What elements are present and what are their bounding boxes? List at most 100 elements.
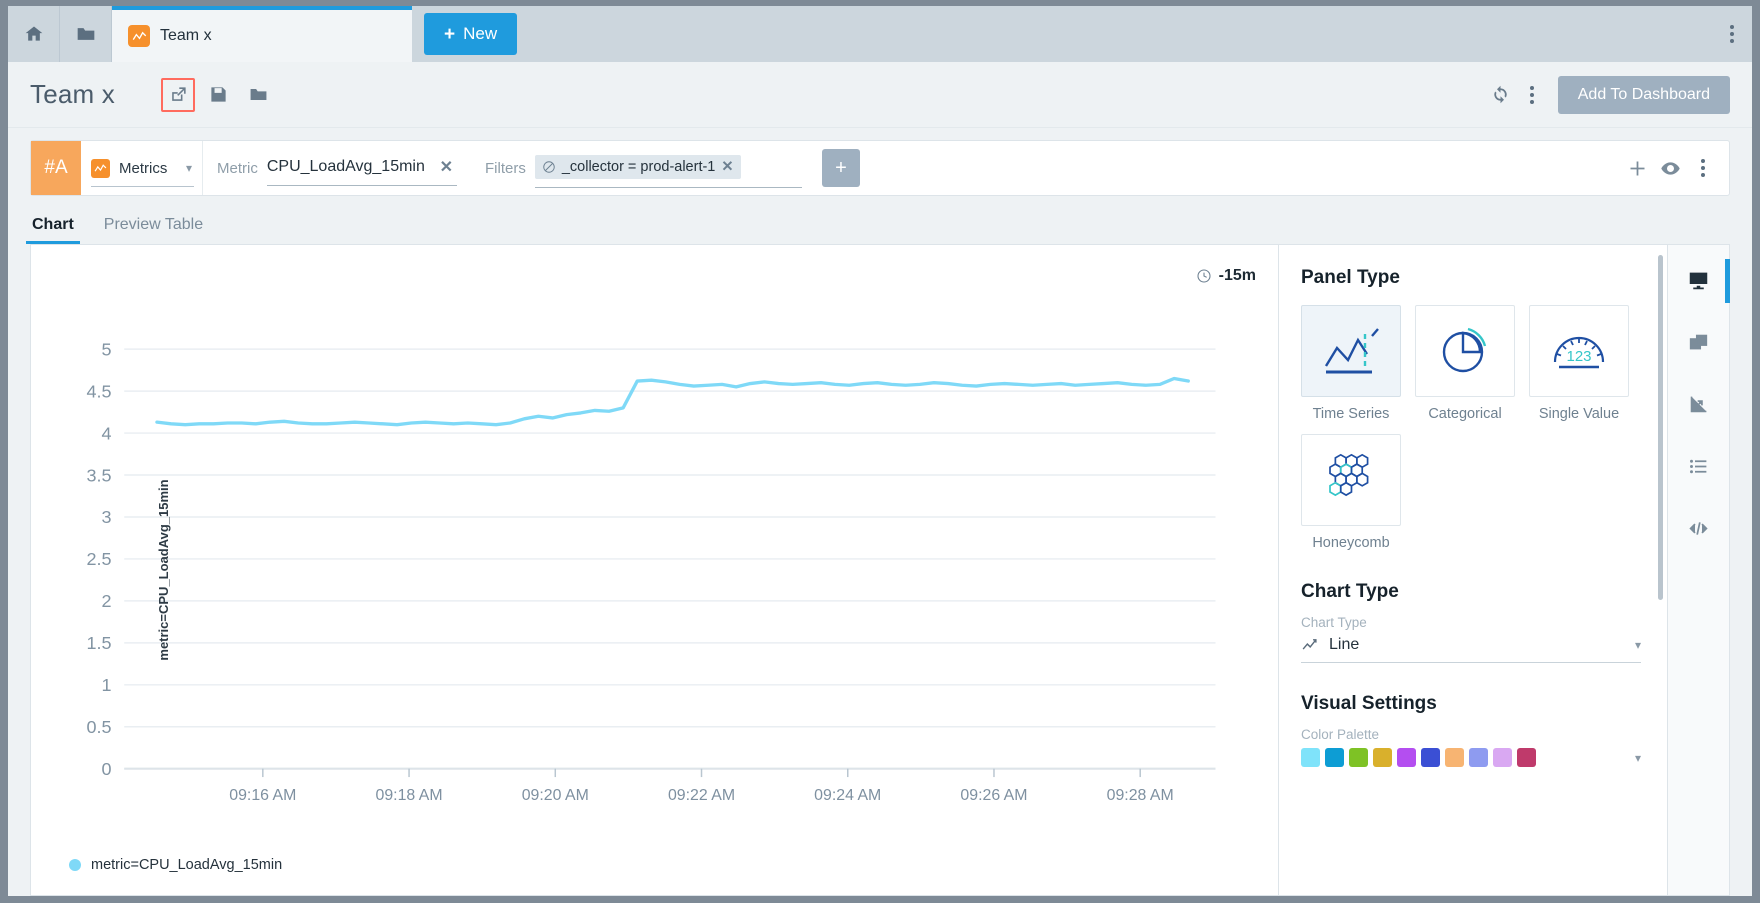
panel-type-label: Categorical — [1428, 406, 1501, 422]
color-swatch-9[interactable] — [1517, 748, 1536, 767]
svg-text:3: 3 — [101, 507, 111, 527]
kebab-menu-icon[interactable] — [1722, 17, 1742, 51]
svg-text:1.5: 1.5 — [86, 633, 111, 653]
color-swatch-0[interactable] — [1301, 748, 1320, 767]
filters-field-label: Filters — [485, 160, 526, 177]
gauge-icon: 123 — [1529, 305, 1629, 397]
tabbar-right-actions — [1722, 6, 1752, 62]
time-range-value: -15m — [1219, 267, 1256, 285]
color-swatch-5[interactable] — [1421, 748, 1440, 767]
filter-chip[interactable]: _collector = prod-alert-1 ✕ — [535, 155, 741, 179]
color-swatch-2[interactable] — [1349, 748, 1368, 767]
filters-input[interactable]: _collector = prod-alert-1 ✕ — [535, 155, 802, 182]
svg-text:09:26 AM: 09:26 AM — [960, 787, 1027, 804]
svg-text:09:24 AM: 09:24 AM — [814, 787, 881, 804]
home-icon[interactable] — [8, 6, 60, 62]
tab-chart[interactable]: Chart — [30, 210, 76, 244]
visual-settings-heading: Visual Settings — [1301, 693, 1641, 715]
tab-preview-table[interactable]: Preview Table — [102, 210, 205, 244]
query-row-actions — [1627, 141, 1729, 195]
remove-filter-button[interactable]: ✕ — [721, 159, 733, 175]
view-tabs: Chart Preview Table — [8, 196, 1752, 244]
data-source-label: Metrics — [119, 160, 167, 177]
panel-type-label: Single Value — [1539, 406, 1619, 422]
new-button-label: New — [463, 24, 497, 44]
new-button-plus: + — [444, 25, 455, 44]
chart-type-select[interactable]: Line ▾ — [1301, 636, 1641, 663]
kebab-menu-icon[interactable] — [1522, 78, 1542, 112]
code-icon[interactable] — [1682, 511, 1716, 545]
axes-icon[interactable] — [1682, 387, 1716, 421]
folder-icon[interactable] — [60, 6, 112, 62]
metric-input[interactable]: CPU_LoadAvg_15min ✕ — [267, 157, 457, 180]
color-swatch-1[interactable] — [1325, 748, 1344, 767]
svg-text:09:28 AM: 09:28 AM — [1107, 787, 1174, 804]
chart-panel: -15m 00.511.522.533.544.5509:16 AM09:18 … — [30, 244, 1278, 896]
query-zone: #A Metrics ▾ Metric CPU_LoadAvg_15min ✕ … — [8, 128, 1752, 196]
clear-metric-button[interactable]: ✕ — [436, 157, 457, 177]
svg-text:1: 1 — [101, 675, 111, 695]
legend-label: metric=CPU_LoadAvg_15min — [91, 857, 282, 873]
y-axis-label: metric=CPU_LoadAvg_15min — [156, 479, 171, 660]
gauge-number: 123 — [1566, 348, 1591, 365]
time-series-icon — [1301, 305, 1401, 397]
filter-chip-label: _collector = prod-alert-1 — [562, 159, 716, 175]
chevron-down-icon: ▾ — [1635, 638, 1641, 652]
filters-field: Filters _collector = prod-alert-1 ✕ — [471, 141, 816, 195]
pie-chart-icon — [1415, 305, 1515, 397]
eye-icon[interactable] — [1660, 158, 1681, 179]
chevron-down-icon: ▾ — [186, 161, 192, 175]
color-swatch-6[interactable] — [1445, 748, 1464, 767]
metric-field-label: Metric — [217, 160, 258, 177]
settings-scrollbar[interactable] — [1658, 255, 1663, 600]
color-palette-select[interactable]: ▾ — [1301, 748, 1641, 767]
panel-type-label: Honeycomb — [1312, 535, 1389, 551]
layers-icon[interactable] — [1682, 325, 1716, 359]
add-to-dashboard-button[interactable]: Add To Dashboard — [1558, 76, 1730, 114]
panel-type-single-value[interactable]: 123 Single Value — [1529, 305, 1629, 422]
app-window: Team x + New Team x Ad — [8, 6, 1752, 896]
svg-text:09:18 AM: 09:18 AM — [375, 787, 442, 804]
plus-icon[interactable] — [1627, 158, 1648, 179]
color-swatch-8[interactable] — [1493, 748, 1512, 767]
chart-type-value: Line — [1329, 636, 1359, 654]
panel-type-label: Time Series — [1313, 406, 1390, 422]
display-icon[interactable] — [1682, 263, 1716, 297]
plot-area: 00.511.522.533.544.5509:16 AM09:18 AM09:… — [31, 301, 1260, 823]
panel-type-categorical[interactable]: Categorical — [1415, 305, 1515, 422]
settings-panel: Panel Type Time Series — [1278, 244, 1668, 896]
header-right-actions: Add To Dashboard — [1484, 76, 1730, 114]
share-icon[interactable] — [161, 78, 195, 112]
line-chart-svg: 00.511.522.533.544.5509:16 AM09:18 AM09:… — [31, 301, 1260, 823]
chevron-down-icon: ▾ — [1635, 751, 1641, 765]
list-icon[interactable] — [1682, 449, 1716, 483]
refresh-icon[interactable] — [1484, 78, 1518, 112]
document-tab-label: Team x — [160, 27, 212, 45]
honeycomb-icon — [1301, 434, 1401, 526]
block-icon — [542, 160, 556, 174]
header-action-icons — [161, 78, 275, 112]
new-button[interactable]: + New — [424, 13, 517, 55]
chart-type-heading: Chart Type — [1301, 581, 1641, 603]
color-swatch-7[interactable] — [1469, 748, 1488, 767]
svg-text:2.5: 2.5 — [86, 549, 111, 569]
panel-type-grid: Time Series Categorical — [1301, 305, 1641, 551]
panel-type-honeycomb[interactable]: Honeycomb — [1301, 434, 1401, 551]
kebab-menu-icon[interactable] — [1693, 151, 1713, 185]
panel-type-time-series[interactable]: Time Series — [1301, 305, 1401, 422]
metrics-chart-icon — [128, 25, 150, 47]
svg-text:4.5: 4.5 — [86, 381, 111, 401]
workspace: -15m 00.511.522.533.544.5509:16 AM09:18 … — [8, 244, 1752, 896]
document-tab-team-x[interactable]: Team x — [112, 6, 412, 62]
color-swatch-3[interactable] — [1373, 748, 1392, 767]
color-swatch-4[interactable] — [1397, 748, 1416, 767]
svg-text:5: 5 — [101, 340, 111, 360]
folder-icon[interactable] — [241, 78, 275, 112]
data-source-selector[interactable]: Metrics ▾ — [81, 141, 203, 195]
svg-text:09:22 AM: 09:22 AM — [668, 787, 735, 804]
time-range-indicator[interactable]: -15m — [1196, 267, 1256, 285]
save-icon[interactable] — [201, 78, 235, 112]
add-filter-button[interactable]: + — [822, 149, 860, 187]
chart-type-field-label: Chart Type — [1301, 615, 1641, 630]
metrics-chart-icon — [91, 159, 110, 178]
